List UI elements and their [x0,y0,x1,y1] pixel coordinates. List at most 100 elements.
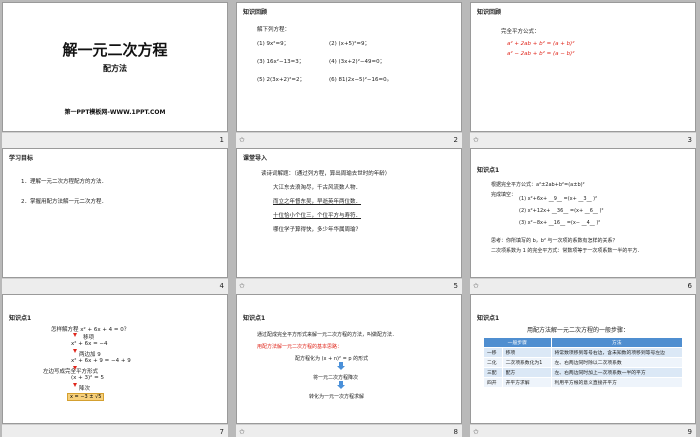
table-row: 一移 移项 将常数项移到等号右边，含未知数的项移到等号左边 [483,347,683,358]
fill-row: (1) x²+6x+ __9__ =(x+ __3__ )² [519,196,598,202]
flow-step: 将一元二次方程降次 [313,375,359,381]
formula-line: a² − 2ab + b² = (a − b)² [507,51,575,57]
animation-star-icon: ✩ [473,136,479,144]
down-arrow-icon [73,333,77,337]
down-arrow-icon [73,349,77,353]
goal-item: 2．掌握用配方法解一元二次方程． [21,199,108,205]
solution-box: x = −3 ± √5 [67,393,105,401]
animation-star-icon: ✩ [239,428,245,436]
down-arrow-icon [337,362,345,370]
poem-line: 而立之年督东吴，早逝英年两位数． [273,199,362,205]
slide-footer: 第一PPT模板网-WWW.1PPT.COM [64,109,166,116]
table-header-row: 一般步骤 方法 [483,337,683,348]
step-label: 左边写成完全平方形式 [43,369,99,375]
step-text: 怎样解方程 x² + 6x + 4 = 0？ [51,327,130,333]
slide-thumbnail-9[interactable]: 知识点1 用配方法解一元二次方程的一般步骤： 一般步骤 方法 一移 移项 将常数… [470,294,696,424]
animation-star-icon: ✩ [239,282,245,290]
slide-lead: 解下列方程： [257,27,291,33]
down-arrow-icon [337,381,345,389]
slide-lead: 读诗词解题：（通过列方程，算出周瑜去世时的年龄） [261,171,391,177]
slide-thumbnail-8[interactable]: 知识点1 通过配成完全平方形式来解一元二次方程的方法，叫做配方法． 用配方法解一… [236,294,462,424]
slide-caption-6: ✩ 6 [470,278,696,294]
slide-header: 知识回顾 [477,9,502,16]
table-cell: 二化 [483,357,503,368]
step-label: 降次 [79,386,91,392]
slide-number: 3 [687,136,692,144]
animation-star-icon: ✩ [473,428,479,436]
column-header: 一般步骤 [483,337,552,348]
table-cell: 开平方求解 [501,377,552,388]
poem-line: 十位恰小个位三，个位平方与寿符． [273,213,362,219]
table-row: 四开 开平方求解 利用平方根的意义直接开平方 [483,377,683,388]
slide-caption-1: 1 [2,132,228,148]
answer-text: 二次项系数为 1 的完全平方式：常数项等于一次项系数一半的平方． [491,248,643,254]
slide-thumbnail-2[interactable]: 知识回顾 解下列方程： (1) 9x²=9； (2) (x+5)²=9； (3)… [236,2,462,132]
table-row: 三配 配方 左、右两边同时加上一次项系数一半的平方 [483,367,683,378]
slide-title: 解一元二次方程 [62,41,168,59]
equation-item: (1) 9x²=9； [257,41,290,47]
step-label: 两边加 9 [79,352,101,358]
table-cell: 左、右两边同时加上一次项系数一半的平方 [550,367,683,378]
table-cell: 三配 [483,367,503,378]
goal-item: 1．理解一元二次方程配方的方法． [21,179,108,185]
slide-caption-4: 4 [2,278,228,294]
slide-thumbnail-3[interactable]: 知识回顾 完全平方公式： a² + 2ab + b² = (a + b)² a²… [470,2,696,132]
steps-table: 一般步骤 方法 一移 移项 将常数项移到等号右边，含未知数的项移到等号左边 二化… [483,337,683,388]
slide-lead: 通过配成完全平方形式来解一元二次方程的方法，叫做配方法． [257,332,398,338]
slide-number: 4 [219,282,224,290]
slide-number: 9 [687,428,692,436]
column-header: 方法 [550,337,683,348]
fill-label: 完成填空： [491,192,517,198]
table-cell: 四开 [483,377,503,388]
idea-note: 用配方法解一元二次方程的基本思路： [257,344,343,350]
slide-lead: 根据完全平方公式：a²±2ab+b²=(a±b)² [491,182,585,188]
slide-caption-7: 7 [2,424,228,437]
equation-item: (4) (3x+2)²−49=0； [329,59,386,65]
slide-caption-5: ✩ 5 [236,278,462,294]
formula-line: a² + 2ab + b² = (a + b)² [507,41,575,47]
equation-item: (5) 2(3x+2)²=2； [257,77,306,83]
animation-star-icon: ✩ [239,136,245,144]
slide-thumbnail-5[interactable]: 课堂导入 读诗词解题：（通过列方程，算出周瑜去世时的年龄） 大江东去浪淘尽，千古… [236,148,462,278]
table-cell: 利用平方根的意义直接开平方 [550,377,683,388]
table-cell: 移项 [501,347,552,358]
equation-item: (2) (x+5)²=9； [329,41,371,47]
slide-number: 6 [687,282,692,290]
table-cell: 一移 [483,347,503,358]
slide-lead: 完全平方公式： [501,29,540,35]
slide-thumbnail-1[interactable]: 解一元二次方程 配方法 第一PPT模板网-WWW.1PPT.COM [2,2,228,132]
slide-header: 知识回顾 [243,9,268,16]
slide-header: 知识点1 [9,315,32,322]
table-row: 二化 二次项系数化为1 左、右两边同时除以二次项系数 [483,357,683,368]
slide-thumbnail-7[interactable]: 知识点1 怎样解方程 x² + 6x + 4 = 0？ 移项 x² + 6x =… [2,294,228,424]
table-cell: 配方 [501,367,552,378]
slide-caption-9: ✩ 9 [470,424,696,437]
slide-caption-8: ✩ 8 [236,424,462,437]
slide-number: 5 [453,282,458,290]
flow-step: 转化为一元一次方程求解 [309,394,365,400]
step-label: 移项 [83,335,95,341]
fill-row: (2) x²+12x+ __36__ =(x+ __6__ )² [519,208,604,214]
poem-line: 哪位学子算得快，多少年华属周瑜？ [273,227,362,233]
slide-header: 知识点1 [477,315,500,322]
slide-lead: 用配方法解一元二次方程的一般步骤： [527,327,630,334]
fill-row: (3) x²−8x+ __16__ =(x− __4__ )² [519,220,601,226]
table-cell: 左、右两边同时除以二次项系数 [550,357,683,368]
table-cell: 将常数项移到等号右边，含未知数的项移到等号左边 [550,347,683,358]
slide-header: 知识点1 [243,315,266,322]
slide-number: 8 [453,428,458,436]
equation-item: (6) 81(2x−5)²−16=0。 [329,77,393,83]
slide-header: 课堂导入 [243,155,268,162]
animation-star-icon: ✩ [473,282,479,290]
poem-line: 大江东去浪淘尽，千古风流数人物． [273,185,362,191]
equation-item: (3) 16x²−13=3； [257,59,305,65]
slide-thumbnail-4[interactable]: 学习目标 1．理解一元二次方程配方的方法． 2．掌握用配方法解一元二次方程． [2,148,228,278]
step-text: x² + 6x + 9 = −4 + 9 [71,358,131,364]
slide-number: 2 [453,136,458,144]
table-cell: 二次项系数化为1 [501,357,552,368]
slide-number: 7 [219,428,224,436]
slide-thumbnail-6[interactable]: 知识点1 根据完全平方公式：a²±2ab+b²=(a±b)² 完成填空： (1)… [470,148,696,278]
flow-step: 配方程化为 (x + n)² = p 的形式 [295,356,369,362]
slide-header: 知识点1 [477,167,500,174]
slide-caption-2: ✩ 2 [236,132,462,148]
